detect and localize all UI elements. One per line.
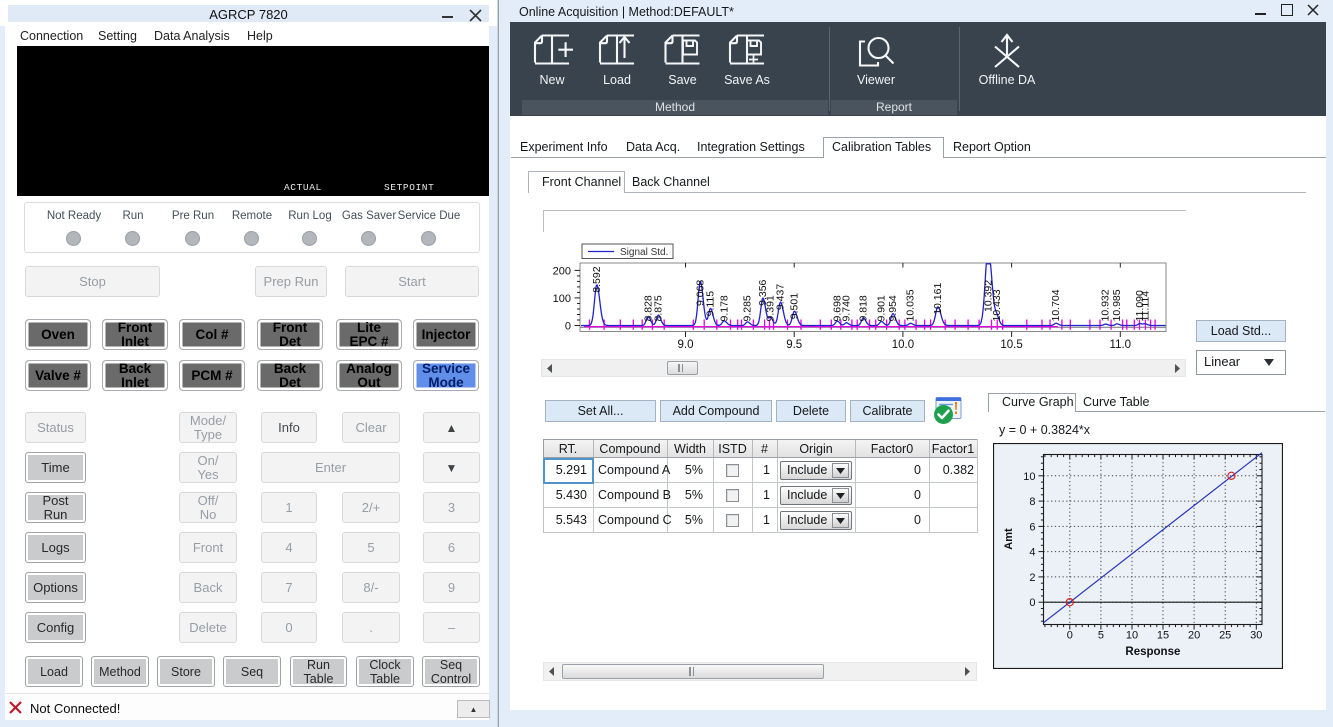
svg-text:Response: Response xyxy=(1125,646,1180,658)
svg-text:0: 0 xyxy=(1029,597,1035,609)
svg-text:10.035: 10.035 xyxy=(905,289,917,321)
svg-text:20: 20 xyxy=(1188,630,1200,642)
svg-text:10.704: 10.704 xyxy=(1050,289,1062,321)
svg-text:100: 100 xyxy=(553,293,571,305)
svg-text:8.875: 8.875 xyxy=(653,295,665,321)
svg-text:9.5: 9.5 xyxy=(786,339,802,351)
svg-text:9.954: 9.954 xyxy=(887,295,899,321)
svg-text:10.932: 10.932 xyxy=(1100,289,1112,321)
svg-text:Signal Std.: Signal Std. xyxy=(620,247,668,258)
svg-text:10: 10 xyxy=(1023,471,1035,483)
svg-text:9.740: 9.740 xyxy=(841,295,853,321)
svg-text:10.0: 10.0 xyxy=(892,339,914,351)
svg-text:4: 4 xyxy=(1029,547,1035,559)
svg-text:6: 6 xyxy=(1029,521,1035,533)
svg-text:8.592: 8.592 xyxy=(591,266,603,292)
svg-text:2: 2 xyxy=(1029,572,1035,584)
svg-text:9.178: 9.178 xyxy=(718,295,730,321)
svg-text:0: 0 xyxy=(1067,630,1073,642)
svg-text:9.501: 9.501 xyxy=(789,293,801,319)
svg-text:10.5: 10.5 xyxy=(1000,339,1022,351)
svg-text:8: 8 xyxy=(1029,496,1035,508)
svg-text:9.437: 9.437 xyxy=(775,284,787,310)
svg-text:9.818: 9.818 xyxy=(858,295,870,321)
svg-text:30: 30 xyxy=(1250,630,1262,642)
svg-text:10: 10 xyxy=(1126,630,1138,642)
svg-text:10.161: 10.161 xyxy=(932,283,944,315)
svg-text:0: 0 xyxy=(565,321,571,333)
svg-text:9.115: 9.115 xyxy=(705,291,717,317)
svg-text:11.0: 11.0 xyxy=(1110,339,1132,351)
svg-text:25: 25 xyxy=(1219,630,1231,642)
svg-text:10.433: 10.433 xyxy=(991,289,1003,321)
svg-text:9.285: 9.285 xyxy=(742,295,754,321)
svg-text:10.985: 10.985 xyxy=(1111,289,1123,321)
svg-text:Amt: Amt xyxy=(1003,528,1015,550)
svg-text:200: 200 xyxy=(553,265,571,277)
svg-text:15: 15 xyxy=(1157,630,1169,642)
svg-text:11.114: 11.114 xyxy=(1139,291,1151,322)
svg-text:9.901: 9.901 xyxy=(876,295,888,321)
svg-text:5: 5 xyxy=(1098,630,1104,642)
svg-text:9.0: 9.0 xyxy=(678,339,694,351)
